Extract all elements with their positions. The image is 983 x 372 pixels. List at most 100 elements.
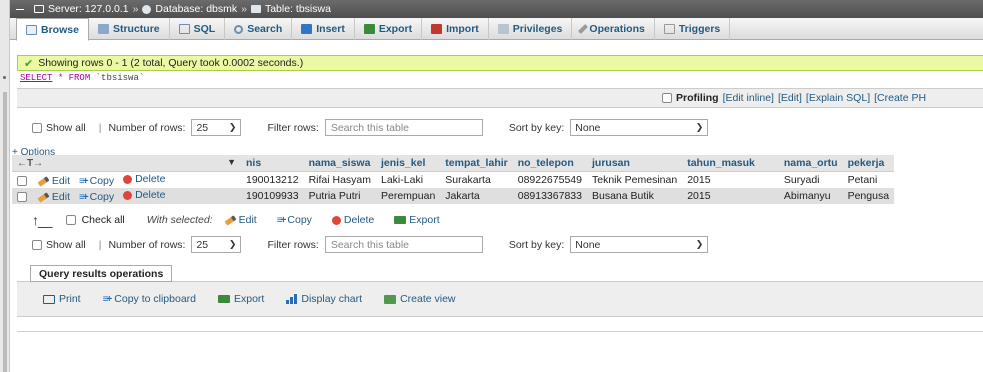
profiling-label: Profiling <box>676 92 719 104</box>
cell[interactable]: Suryadi <box>778 171 843 188</box>
sort-select[interactable]: None ❯ <box>570 119 709 136</box>
bulk-copy-button[interactable]: ≡+ Copy <box>277 214 312 226</box>
panel-resizer[interactable] <box>3 92 7 372</box>
breadcrumb-database[interactable]: Database: dbsmk <box>155 3 237 15</box>
cell[interactable]: Teknik Pemesinan <box>586 171 683 188</box>
breadcrumb-table[interactable]: Table: tbsiswa <box>265 3 331 15</box>
sort-select[interactable]: None ❯ <box>570 236 709 253</box>
cell[interactable]: Pengusa <box>842 188 895 204</box>
tab-export[interactable]: Export <box>355 18 423 40</box>
cell[interactable]: Jakarta <box>440 188 513 204</box>
bulk-actions: ↑__ Check all With selected: Edit ≡+ Copy… <box>32 212 454 228</box>
cell[interactable]: Busana Butik <box>586 188 683 204</box>
divider <box>17 331 983 332</box>
view-icon <box>384 294 397 304</box>
show-all-label: Show all <box>46 121 86 134</box>
row-actions: Edit ≡+ Copy Delete <box>12 188 241 204</box>
copy-icon: ≡+ <box>276 214 287 226</box>
column-nama-siswa[interactable]: nama_siswa <box>303 155 376 172</box>
row-checkbox[interactable] <box>17 175 27 186</box>
rows-select[interactable]: 25 ❯ <box>191 119 242 136</box>
pencil-icon <box>224 214 237 226</box>
collapse-dot <box>3 76 6 79</box>
server-icon <box>34 5 44 13</box>
column-tempat-lahir[interactable]: tempat_lahir <box>440 155 513 172</box>
column-jenis-kel[interactable]: jenis_kel <box>376 155 441 172</box>
query-results-operations: Print ≡+ Copy to clipboard Export Display… <box>17 281 983 317</box>
row-checkbox[interactable] <box>17 191 27 202</box>
sql-query[interactable]: SELECT * FROM `tbsiswa` <box>20 73 144 83</box>
tab-operations[interactable]: Operations <box>572 18 655 40</box>
export-button[interactable]: Export <box>218 293 264 305</box>
tab-bar: Browse Structure SQL Search Insert Expor… <box>10 18 983 41</box>
bulk-edit-button[interactable]: Edit <box>224 214 257 226</box>
cell[interactable]: Perempuan <box>376 188 441 204</box>
create-php-link[interactable]: [Create PH <box>874 92 926 104</box>
check-all-checkbox[interactable] <box>65 215 76 225</box>
display-chart-button[interactable]: Display chart <box>286 293 362 305</box>
cell[interactable]: 2015 <box>682 188 779 204</box>
tab-insert[interactable]: Insert <box>292 18 355 40</box>
edit-link[interactable]: [Edit] <box>778 92 802 104</box>
tab-privileges[interactable]: Privileges <box>489 18 573 40</box>
sort-icon[interactable]: ▼ <box>227 157 236 167</box>
profiling-bar: Profiling [Edit inline] [Edit] [Explain … <box>17 88 983 108</box>
tab-sql[interactable]: SQL <box>170 18 226 40</box>
copy-button[interactable]: ≡+ Copy <box>79 175 114 187</box>
check-all-label[interactable]: Check all <box>82 214 125 226</box>
with-selected-label: With selected: <box>146 214 213 226</box>
cell[interactable]: Petani <box>842 171 895 188</box>
cell[interactable]: Putria Putri <box>303 188 376 204</box>
filter-input[interactable]: Search this table <box>324 119 483 136</box>
cell[interactable]: Abimanyu <box>778 188 843 204</box>
cell[interactable]: 2015 <box>682 171 779 188</box>
bulk-delete-button[interactable]: Delete <box>331 214 374 226</box>
column-tahun-masuk[interactable]: tahun_masuk <box>682 155 779 172</box>
edit-button[interactable]: Edit <box>37 191 70 203</box>
column-jurusan[interactable]: jurusan <box>586 155 683 172</box>
cell[interactable]: Rifai Hasyam <box>303 171 376 188</box>
operations-icon <box>578 24 589 34</box>
sql-select[interactable]: SELECT <box>20 73 52 83</box>
collapse-icon[interactable] <box>16 8 24 10</box>
copy-button[interactable]: ≡+ Copy <box>79 191 114 203</box>
column-nama-ortu[interactable]: nama_ortu <box>778 155 843 172</box>
column-pekerjaan[interactable]: pekerja <box>842 155 895 172</box>
filter-input[interactable]: Search this table <box>324 236 483 253</box>
breadcrumb-server[interactable]: Server: 127.0.0.1 <box>48 3 129 15</box>
tab-import[interactable]: Import <box>422 18 489 40</box>
show-all-checkbox[interactable] <box>32 122 42 133</box>
delete-button[interactable]: Delete <box>123 189 165 201</box>
bulk-export-button[interactable]: Export <box>394 214 440 226</box>
breadcrumb-separator: » <box>241 3 247 15</box>
cell[interactable]: 190013212 <box>241 171 304 188</box>
create-view-button[interactable]: Create view <box>384 293 456 305</box>
copy-to-clipboard-button[interactable]: ≡+ Copy to clipboard <box>103 293 196 305</box>
edit-inline-link[interactable]: [Edit inline] <box>723 92 774 104</box>
tab-structure[interactable]: Structure <box>89 18 170 40</box>
edit-button[interactable]: Edit <box>37 175 70 187</box>
delete-icon <box>123 190 133 200</box>
cell[interactable]: 08922675549 <box>512 171 587 188</box>
delete-button[interactable]: Delete <box>123 173 165 185</box>
explain-sql-link[interactable]: [Explain SQL] <box>806 92 870 104</box>
column-no-telepon[interactable]: no_telepon <box>512 155 587 172</box>
cell[interactable]: Laki-Laki <box>376 171 441 188</box>
rows-select[interactable]: 25 ❯ <box>191 236 242 253</box>
arrows-icon[interactable]: ←T→ <box>17 158 43 169</box>
show-all-checkbox[interactable] <box>32 239 42 250</box>
print-button[interactable]: Print <box>43 293 81 305</box>
chevron-down-icon: ❯ <box>695 122 704 132</box>
tab-search[interactable]: Search <box>225 18 293 40</box>
cell[interactable]: 190109933 <box>241 188 304 204</box>
profiling-checkbox[interactable] <box>662 93 672 103</box>
cell[interactable]: Surakarta <box>440 171 513 188</box>
column-nis[interactable]: nis <box>241 155 304 172</box>
cell[interactable]: 08913367833 <box>512 188 587 204</box>
tab-browse[interactable]: Browse <box>16 18 89 41</box>
left-panel-edge <box>0 0 10 372</box>
sql-star: * <box>57 73 64 83</box>
tab-triggers[interactable]: Triggers <box>655 18 731 40</box>
message-text: Showing rows 0 - 1 (2 total, Query took … <box>38 57 304 69</box>
column-controls: ←T→ ▼ <box>12 155 241 172</box>
